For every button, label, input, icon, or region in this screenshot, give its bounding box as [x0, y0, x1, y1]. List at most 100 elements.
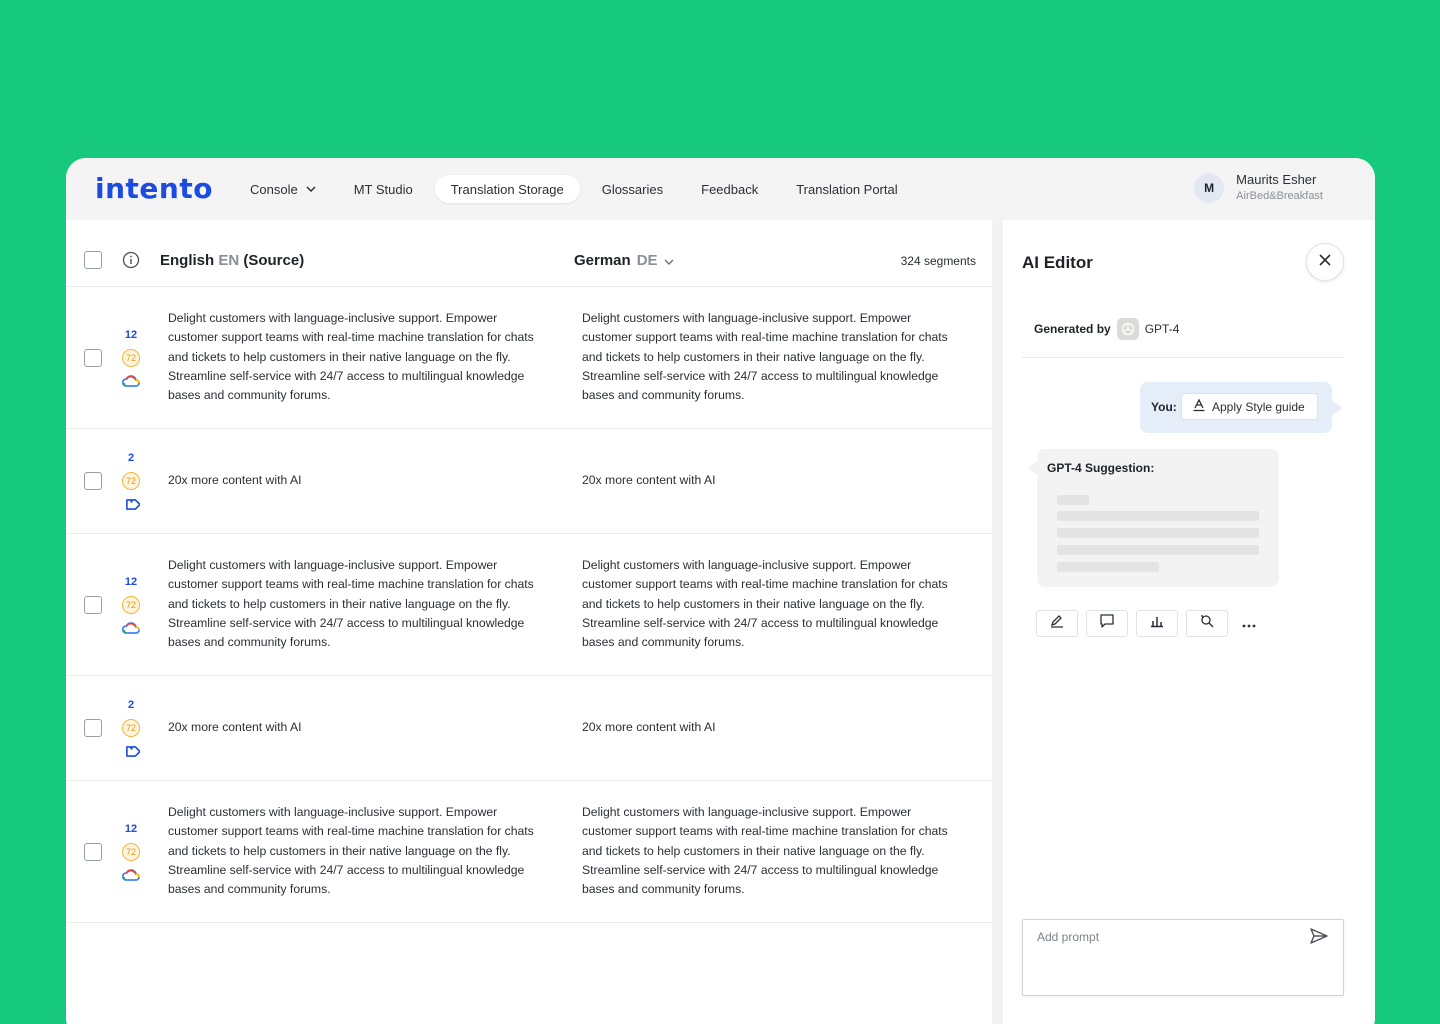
chart-icon — [1149, 613, 1165, 634]
loading-skeleton-line — [1057, 495, 1089, 504]
suggestion-title: GPT-4 Suggestion: — [1047, 461, 1155, 475]
match-count: 2 — [127, 452, 135, 464]
edit-icon — [1049, 613, 1065, 634]
info-icon[interactable] — [122, 251, 140, 274]
comment-icon — [1099, 613, 1115, 634]
nav-glossaries[interactable]: Glossaries — [586, 175, 679, 203]
table-row[interactable]: 12 72 Delight customers with language-in… — [66, 534, 992, 676]
row-checkbox[interactable] — [84, 472, 102, 490]
row-meta: 12 72 — [120, 327, 142, 390]
search-refresh-icon — [1199, 613, 1215, 634]
match-count: 2 — [127, 699, 135, 711]
target-text[interactable]: Delight customers with language-inclusiv… — [582, 309, 958, 405]
target-text[interactable]: Delight customers with language-inclusiv… — [582, 556, 958, 652]
close-icon — [1319, 253, 1331, 271]
openai-logo-icon — [1116, 318, 1139, 340]
you-label: You: — [1151, 400, 1177, 414]
target-text[interactable]: 20x more content with AI — [582, 718, 958, 737]
cloud-icon — [122, 619, 140, 637]
target-text[interactable]: 20x more content with AI — [582, 471, 958, 490]
more-button[interactable] — [1236, 610, 1262, 637]
source-label: (Source) — [243, 252, 305, 269]
row-meta: 2 72 — [120, 697, 142, 760]
source-text[interactable]: Delight customers with language-inclusiv… — [168, 309, 544, 405]
prompt-input[interactable] — [1037, 930, 1297, 944]
source-text[interactable]: Delight customers with language-inclusiv… — [168, 803, 544, 899]
comment-button[interactable] — [1086, 610, 1128, 637]
source-text[interactable]: 20x more content with AI — [168, 471, 544, 490]
ai-editor-panel: AI Editor Generated by GPT-4 You: Apply … — [1003, 220, 1375, 1024]
row-checkbox[interactable] — [84, 596, 102, 614]
match-count: 12 — [124, 329, 138, 341]
avatar: M — [1194, 173, 1225, 203]
send-button[interactable] — [1309, 927, 1329, 949]
segments-panel: English EN (Source) German DE 324 segmen… — [66, 220, 992, 1024]
source-text[interactable]: 20x more content with AI — [168, 718, 544, 737]
prompt-box — [1022, 919, 1344, 996]
row-meta: 12 72 — [120, 821, 142, 884]
nav-translation-portal[interactable]: Translation Portal — [780, 175, 913, 203]
apply-style-guide-label: Apply Style guide — [1212, 399, 1305, 414]
chevron-down-icon — [306, 186, 316, 192]
quality-score-badge: 72 — [122, 349, 140, 367]
close-button[interactable] — [1306, 243, 1344, 281]
main-nav: Console MT Studio Translation Storage Gl… — [234, 175, 920, 203]
quality-score-badge: 72 — [122, 596, 140, 614]
stats-button[interactable] — [1136, 610, 1178, 637]
table-row[interactable]: 12 72 Delight customers with language-in… — [66, 781, 992, 923]
table-row[interactable]: 12 72 Delight customers with language-in… — [66, 287, 992, 429]
target-language-code: DE — [636, 252, 658, 269]
edit-button[interactable] — [1036, 610, 1078, 637]
generated-by: Generated by GPT-4 — [1034, 318, 1179, 340]
segments-header: English EN (Source) German DE 324 segmen… — [66, 220, 992, 287]
select-all-checkbox[interactable] — [84, 251, 102, 269]
row-checkbox[interactable] — [84, 719, 102, 737]
loading-skeleton-line — [1057, 528, 1259, 537]
match-count: 12 — [124, 823, 138, 835]
tag-icon — [122, 495, 140, 513]
send-icon — [1310, 927, 1328, 949]
regenerate-button[interactable] — [1186, 610, 1228, 637]
target-text[interactable]: Delight customers with language-inclusiv… — [582, 803, 958, 899]
quality-score-badge: 72 — [122, 843, 140, 861]
row-meta: 12 72 — [120, 574, 142, 637]
quality-score-badge: 72 — [122, 472, 140, 490]
user-organization: AirBed&Breakfast — [1236, 190, 1323, 202]
divider — [1022, 357, 1344, 358]
nav-translation-storage[interactable]: Translation Storage — [434, 175, 580, 203]
loading-skeleton-line — [1057, 545, 1259, 554]
apply-style-guide-chip[interactable]: Apply Style guide — [1181, 393, 1318, 420]
nav-feedback[interactable]: Feedback — [685, 175, 774, 203]
cloud-icon — [122, 372, 140, 390]
source-language-header: English EN (Source) — [160, 252, 304, 269]
nav-console-label: Console — [250, 181, 298, 197]
loading-skeleton-line — [1057, 562, 1159, 571]
row-checkbox[interactable] — [84, 843, 102, 861]
cloud-icon — [122, 866, 140, 884]
loading-skeleton-line — [1057, 511, 1259, 520]
panel-divider[interactable] — [992, 220, 1003, 1024]
nav-mt-studio[interactable]: MT Studio — [338, 175, 429, 203]
intento-logo[interactable]: intento — [95, 172, 213, 205]
target-language-name: German — [574, 252, 631, 269]
nav-console[interactable]: Console — [234, 175, 332, 203]
model-name: GPT-4 — [1144, 322, 1180, 336]
tag-icon — [122, 742, 140, 760]
user-message-bubble: You: Apply Style guide — [1140, 382, 1342, 433]
source-text[interactable]: Delight customers with language-inclusiv… — [168, 556, 544, 652]
text-style-icon — [1192, 398, 1206, 415]
table-row[interactable]: 2 72 20x more content with AI 20x more c… — [66, 429, 992, 534]
top-navigation-bar: intento Console MT Studio Translation St… — [66, 158, 1375, 220]
chevron-down-icon — [664, 252, 674, 269]
source-language-code: EN — [218, 252, 240, 269]
user-menu[interactable]: M Maurits Esher AirBed&Breakfast — [1194, 172, 1323, 204]
generated-by-label: Generated by — [1034, 322, 1111, 336]
match-count: 12 — [124, 576, 138, 588]
user-name: Maurits Esher — [1236, 172, 1317, 187]
quality-score-badge: 72 — [122, 719, 140, 737]
more-icon — [1242, 615, 1256, 633]
table-row[interactable]: 2 72 20x more content with AI 20x more c… — [66, 676, 992, 781]
row-checkbox[interactable] — [84, 349, 102, 367]
target-language-selector[interactable]: German DE — [574, 252, 674, 269]
ai-editor-title: AI Editor — [1022, 253, 1093, 272]
